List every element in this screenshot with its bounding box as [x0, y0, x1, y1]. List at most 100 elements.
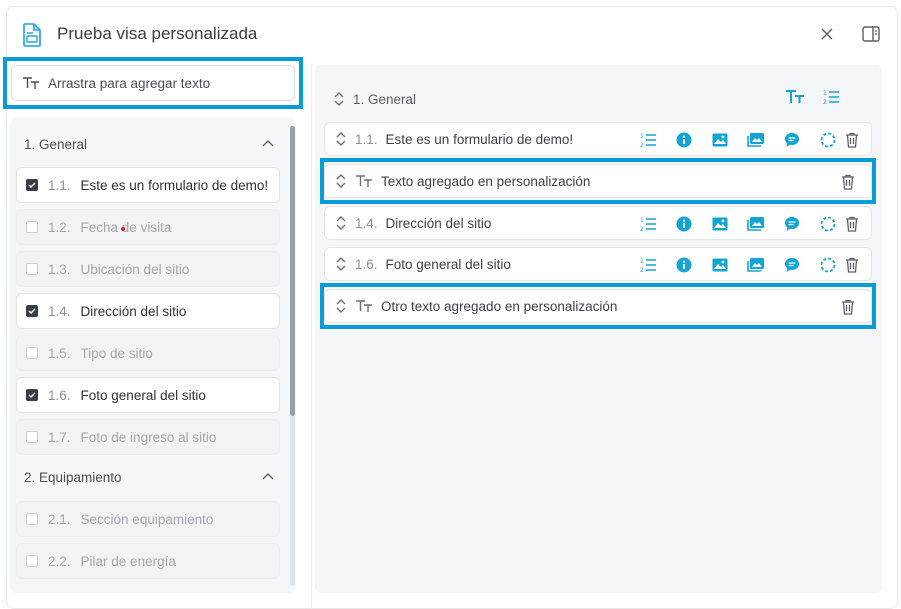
checkbox[interactable]: [26, 431, 38, 443]
info-icon[interactable]: [666, 132, 702, 148]
scrollbar[interactable]: [290, 126, 295, 586]
list-item[interactable]: 1.7. Foto de ingreso al sitio: [16, 419, 280, 455]
checkbox[interactable]: [26, 513, 38, 525]
trash-icon[interactable]: [845, 257, 859, 273]
svg-text:1: 1: [640, 258, 644, 265]
added-text-highlight: Otro texto agregado en personalización: [320, 283, 876, 329]
section-header-equipamiento[interactable]: 2. Equipamiento: [24, 465, 274, 489]
item-label: Foto de ingreso al sitio: [80, 429, 217, 445]
row-number: 1.1.: [355, 131, 378, 147]
checkbox-checked[interactable]: [26, 389, 38, 401]
trash-icon[interactable]: [845, 216, 859, 232]
gallery-icon[interactable]: [738, 132, 774, 148]
image-icon[interactable]: [702, 257, 738, 273]
drag-handle-icon[interactable]: [335, 257, 347, 271]
form-row-text[interactable]: Texto agregado en personalización: [324, 164, 872, 198]
svg-text:2: 2: [640, 226, 644, 232]
form-row[interactable]: 1.4. Dirección del sitio 12: [324, 206, 872, 240]
svg-text:1: 1: [640, 133, 644, 140]
item-label: Este es un formulario de demo!: [80, 177, 269, 193]
drag-handle-icon[interactable]: [333, 92, 345, 106]
row-label: Foto general del sitio: [385, 256, 511, 272]
trash-icon[interactable]: [841, 299, 855, 315]
row-number: 1.4.: [355, 215, 378, 231]
comment-icon[interactable]: [774, 216, 810, 232]
numbered-list-icon[interactable]: 12: [630, 132, 666, 148]
close-icon[interactable]: [819, 26, 835, 42]
item-number: 1.4.: [48, 303, 71, 319]
drag-handle-icon[interactable]: [335, 132, 347, 146]
chevron-up-icon[interactable]: [262, 471, 274, 481]
chevron-up-icon[interactable]: [262, 138, 274, 148]
item-label: Fecha de visita: [80, 219, 172, 235]
section-header-general[interactable]: 1. General: [24, 132, 274, 156]
text-type-icon: [23, 77, 39, 89]
drag-text-label: Arrastra para agregar texto: [48, 75, 211, 91]
svg-text:1: 1: [823, 90, 827, 97]
drag-handle-icon[interactable]: [335, 299, 347, 313]
item-label: Sección equipamiento: [80, 511, 214, 527]
dashed-circle-icon[interactable]: [810, 132, 846, 148]
info-icon[interactable]: [666, 257, 702, 273]
form-row-text[interactable]: Otro texto agregado en personalización: [324, 289, 872, 323]
item-number: 1.5.: [48, 345, 71, 361]
drag-handle-icon[interactable]: [335, 174, 347, 188]
checkbox[interactable]: [26, 555, 38, 567]
row-label: Texto agregado en personalización: [381, 173, 591, 189]
comment-icon[interactable]: [774, 132, 810, 148]
side-panel-icon[interactable]: [862, 26, 880, 42]
add-text-icon[interactable]: [785, 89, 805, 105]
drag-text-button[interactable]: Arrastra para agregar texto: [11, 65, 295, 101]
trash-icon[interactable]: [845, 132, 859, 148]
svg-text:1: 1: [640, 217, 644, 224]
row-number: 1.6.: [355, 256, 378, 272]
item-label: Foto general del sitio: [80, 387, 206, 403]
modal-title: Prueba visa personalizada: [57, 24, 258, 43]
dashed-circle-icon[interactable]: [810, 216, 846, 232]
checkbox-checked[interactable]: [26, 305, 38, 317]
red-dot-marker: [121, 227, 125, 231]
list-item[interactable]: 1.1. Este es un formulario de demo!: [16, 167, 280, 203]
checkbox[interactable]: [26, 263, 38, 275]
svg-text:2: 2: [823, 99, 827, 105]
gallery-icon[interactable]: [738, 216, 774, 232]
image-icon[interactable]: [702, 132, 738, 148]
list-item[interactable]: 1.5. Tipo de sitio: [16, 335, 280, 371]
comment-icon[interactable]: [774, 257, 810, 273]
dashed-circle-icon[interactable]: [810, 257, 846, 273]
list-item[interactable]: 1.2. Fecha de visita: [16, 209, 280, 245]
list-item[interactable]: 1.3. Ubicación del sitio: [16, 251, 280, 287]
row-label: Otro texto agregado en personalización: [381, 298, 618, 314]
scrollbar-thumb[interactable]: [290, 126, 295, 416]
modal-header: Prueba visa personalizada: [7, 7, 897, 63]
list-item[interactable]: 1.6. Foto general del sitio: [16, 377, 280, 413]
drag-text-highlight: Arrastra para agregar texto: [3, 57, 303, 109]
form-row[interactable]: 1.1. Este es un formulario de demo! 12: [324, 122, 872, 156]
drag-handle-icon[interactable]: [335, 216, 347, 230]
image-icon[interactable]: [702, 216, 738, 232]
row-label: Dirección del sitio: [385, 215, 492, 231]
item-label: Ubicación del sitio: [80, 261, 190, 277]
list-item[interactable]: 1.4. Dirección del sitio: [16, 293, 280, 329]
item-number: 2.1.: [48, 511, 71, 527]
checkbox[interactable]: [26, 221, 38, 233]
gallery-icon[interactable]: [738, 257, 774, 273]
numbered-list-icon[interactable]: 12: [630, 257, 666, 273]
question-list-panel: 1. General 1.1. Este es un formulario de…: [10, 118, 296, 593]
text-type-icon: [356, 300, 372, 312]
item-number: 1.3.: [48, 261, 71, 277]
item-number: 2.2.: [48, 553, 71, 569]
list-item[interactable]: 2.2. Pilar de energía: [16, 543, 280, 579]
numbered-list-icon[interactable]: 12: [630, 216, 666, 232]
form-row[interactable]: 1.6. Foto general del sitio 12: [324, 247, 872, 281]
list-item[interactable]: 2.1. Sección equipamiento: [16, 501, 280, 537]
section-title: 2. Equipamiento: [24, 469, 122, 485]
document-icon: [23, 23, 41, 47]
row-label: Este es un formulario de demo!: [385, 131, 574, 147]
checkbox[interactable]: [26, 347, 38, 359]
numbered-list-icon[interactable]: 1 2: [823, 89, 839, 105]
info-icon[interactable]: [666, 216, 702, 232]
trash-icon[interactable]: [841, 174, 855, 190]
checkbox-checked[interactable]: [26, 179, 38, 191]
section-title: 1. General: [24, 136, 88, 152]
